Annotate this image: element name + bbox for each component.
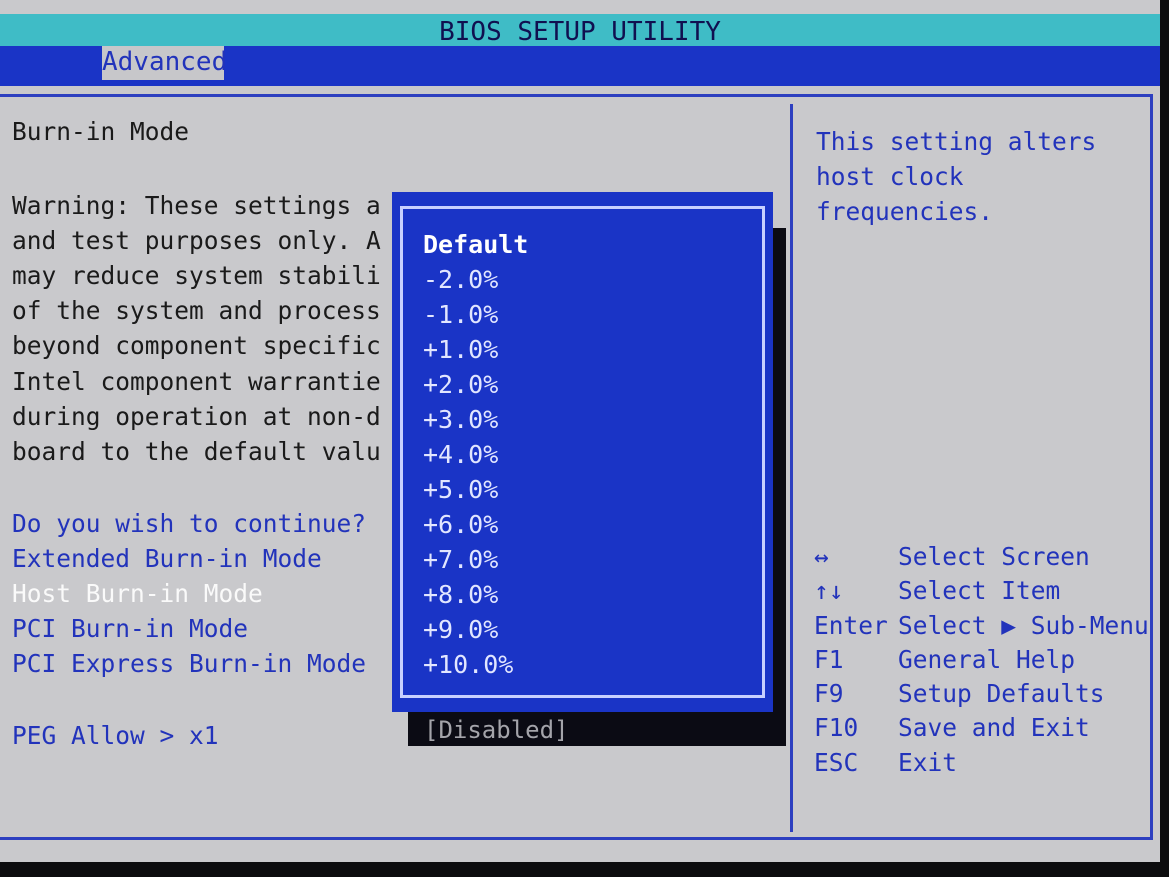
popup-item[interactable]: +10.0% (423, 647, 528, 682)
warning-line-3: may reduce system stabili (12, 261, 381, 290)
key-row: ↑↓ Select Item (814, 574, 1149, 608)
warning-line-1: Warning: These settings a (12, 191, 381, 220)
popup-item[interactable]: +3.0% (423, 402, 528, 437)
key-label: F1 (814, 644, 844, 674)
arrows-horizontal-icon: ↔ (814, 542, 829, 571)
key-row: F9 Setup Defaults (814, 677, 1149, 711)
popup-item[interactable]: +4.0% (423, 437, 528, 472)
menu-bar: Advanced (0, 46, 1160, 86)
help-line: host clock (816, 162, 964, 191)
help-line: This setting alters (816, 127, 1097, 156)
option-host-burn-in-mode[interactable]: Host Burn-in Mode (12, 576, 263, 611)
key-label: ESC (814, 747, 859, 777)
key-label: F9 (814, 679, 844, 709)
key-action: General Help (898, 644, 1076, 674)
warning-line-4: of the system and process (12, 296, 381, 325)
warning-line-2: and test purposes only. A (12, 226, 381, 255)
popup-item[interactable]: +2.0% (423, 367, 528, 402)
key-action: Select ▶ Sub-Menu (898, 610, 1149, 640)
popup-item[interactable]: -1.0% (423, 297, 528, 332)
key-legend: ↔ Select Screen ↑↓ Select Item Enter Select… (814, 540, 1149, 780)
popup-item-default[interactable]: Default (423, 227, 528, 262)
option-pci-burn-in-mode[interactable]: PCI Burn-in Mode (12, 611, 248, 646)
popup-item[interactable]: +8.0% (423, 577, 528, 612)
key-row: ESC Exit (814, 746, 1149, 780)
option-extended-burn-in-mode[interactable]: Extended Burn-in Mode (12, 541, 322, 576)
help-line: frequencies. (816, 197, 994, 226)
popup-item[interactable]: +7.0% (423, 542, 528, 577)
key-action: Select Screen (898, 542, 1090, 571)
key-row: ↔ Select Screen (814, 540, 1149, 574)
warning-line-5: beyond component specific (12, 331, 381, 360)
disabled-value: [Disabled] (424, 716, 569, 744)
warning-line-8: board to the default valu (12, 437, 381, 466)
key-label: F10 (814, 713, 859, 743)
frequency-popup[interactable]: Default -2.0% -1.0% +1.0% +2.0% +3.0% +4… (392, 192, 773, 712)
popup-item[interactable]: -2.0% (423, 262, 528, 297)
option-continue[interactable]: Do you wish to continue? (12, 506, 366, 541)
key-action: Exit (898, 747, 958, 777)
bios-screen: BIOS SETUP UTILITY Advanced Burn-in Mode… (0, 0, 1160, 862)
popup-list: Default -2.0% -1.0% +1.0% +2.0% +3.0% +4… (423, 227, 528, 682)
key-label: Enter (814, 610, 888, 640)
popup-item[interactable]: +1.0% (423, 332, 528, 367)
title-bar: BIOS SETUP UTILITY (0, 14, 1160, 50)
warning-line-7: during operation at non-d (12, 402, 381, 431)
key-row: Enter Select ▶ Sub-Menu (814, 609, 1149, 643)
warning-line-6: Intel component warrantie (12, 367, 381, 396)
option-peg-allow[interactable]: PEG Allow > x1 (12, 718, 219, 753)
key-row: F10 Save and Exit (814, 711, 1149, 745)
section-heading: Burn-in Mode (12, 117, 190, 146)
key-action: Save and Exit (898, 713, 1090, 743)
popup-border: Default -2.0% -1.0% +1.0% +2.0% +3.0% +4… (400, 206, 765, 698)
popup-item[interactable]: +9.0% (423, 612, 528, 647)
popup-item[interactable]: +6.0% (423, 507, 528, 542)
popup-item[interactable]: +5.0% (423, 472, 528, 507)
tab-advanced[interactable]: Advanced (102, 46, 227, 80)
key-action: Setup Defaults (898, 679, 1105, 709)
help-text: This setting alters host clock frequenci… (816, 124, 1116, 229)
key-row: F1 General Help (814, 643, 1149, 677)
key-action: Select Item (898, 576, 1061, 606)
panel-divider (790, 104, 793, 832)
option-pci-express-burn-in-mode[interactable]: PCI Express Burn-in Mode (12, 646, 366, 681)
arrows-vertical-icon: ↑↓ (814, 576, 844, 606)
